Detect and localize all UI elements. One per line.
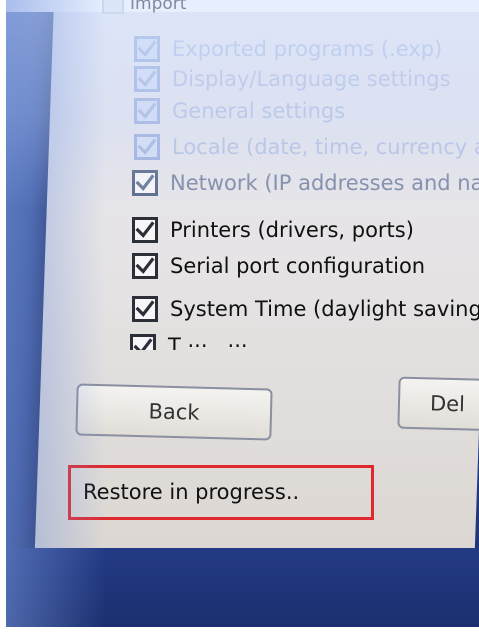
option-locale[interactable]: Locale (date, time, currency and [134, 134, 479, 160]
option-label: Serial port configuration [170, 254, 426, 278]
checkbox-exported-programs[interactable] [134, 36, 160, 62]
option-exported-programs[interactable]: Exported programs (.exp) [134, 36, 442, 62]
option-serial[interactable]: Serial port configuration [132, 253, 425, 279]
checkmark-icon [137, 70, 157, 87]
checkmark-icon [137, 40, 157, 57]
option-label: Display/Language settings [172, 67, 451, 91]
back-button-label: Back [148, 399, 200, 425]
photo-frame: Import Exported programs (.exp) Display/L… [6, 0, 479, 627]
option-truncated[interactable]: T ··· , ··· [130, 334, 248, 350]
status-highlight: Restore in progress.. [68, 465, 374, 520]
option-label: Locale (date, time, currency and [172, 135, 479, 159]
checkbox-locale[interactable] [134, 134, 160, 160]
checkmark-icon [135, 174, 155, 191]
option-label: System Time (daylight saving) [170, 297, 479, 321]
checkbox-general[interactable] [134, 98, 160, 124]
desktop-background [6, 548, 479, 627]
option-label: T ··· , ··· [168, 334, 248, 350]
top-item-label: Import [130, 0, 187, 14]
top-checkbox[interactable] [102, 0, 124, 14]
option-general[interactable]: General settings [134, 98, 345, 124]
back-button[interactable]: Back [75, 383, 273, 441]
option-network[interactable]: Network (IP addresses and names) [132, 170, 479, 196]
checkmark-icon [135, 300, 155, 317]
checkbox-printers[interactable] [132, 217, 158, 243]
checkbox-serial[interactable] [132, 253, 158, 279]
checkbox-network[interactable] [132, 170, 158, 196]
checkmark-icon [133, 338, 153, 350]
checkbox-display-lang[interactable] [134, 66, 160, 92]
checkmark-icon [135, 257, 155, 274]
checkmark-icon [137, 138, 157, 155]
option-system-time[interactable]: System Time (daylight saving) [132, 296, 479, 322]
checkmark-icon [137, 102, 157, 119]
option-label: Printers (drivers, ports) [170, 218, 414, 242]
status-text: Restore in progress.. [83, 480, 300, 504]
checkbox-system-time[interactable] [132, 296, 158, 322]
top-strip: Import [6, 0, 479, 14]
next-button[interactable]: Del [397, 376, 479, 432]
checkmark-icon [135, 221, 155, 238]
checkbox-truncated[interactable] [130, 334, 156, 350]
option-label: Exported programs (.exp) [172, 37, 443, 61]
option-display-lang[interactable]: Display/Language settings [134, 66, 451, 92]
option-label: General settings [172, 99, 346, 123]
option-printers[interactable]: Printers (drivers, ports) [132, 217, 414, 243]
next-button-label: Del [429, 391, 466, 417]
option-label: Network (IP addresses and names) [170, 171, 479, 195]
